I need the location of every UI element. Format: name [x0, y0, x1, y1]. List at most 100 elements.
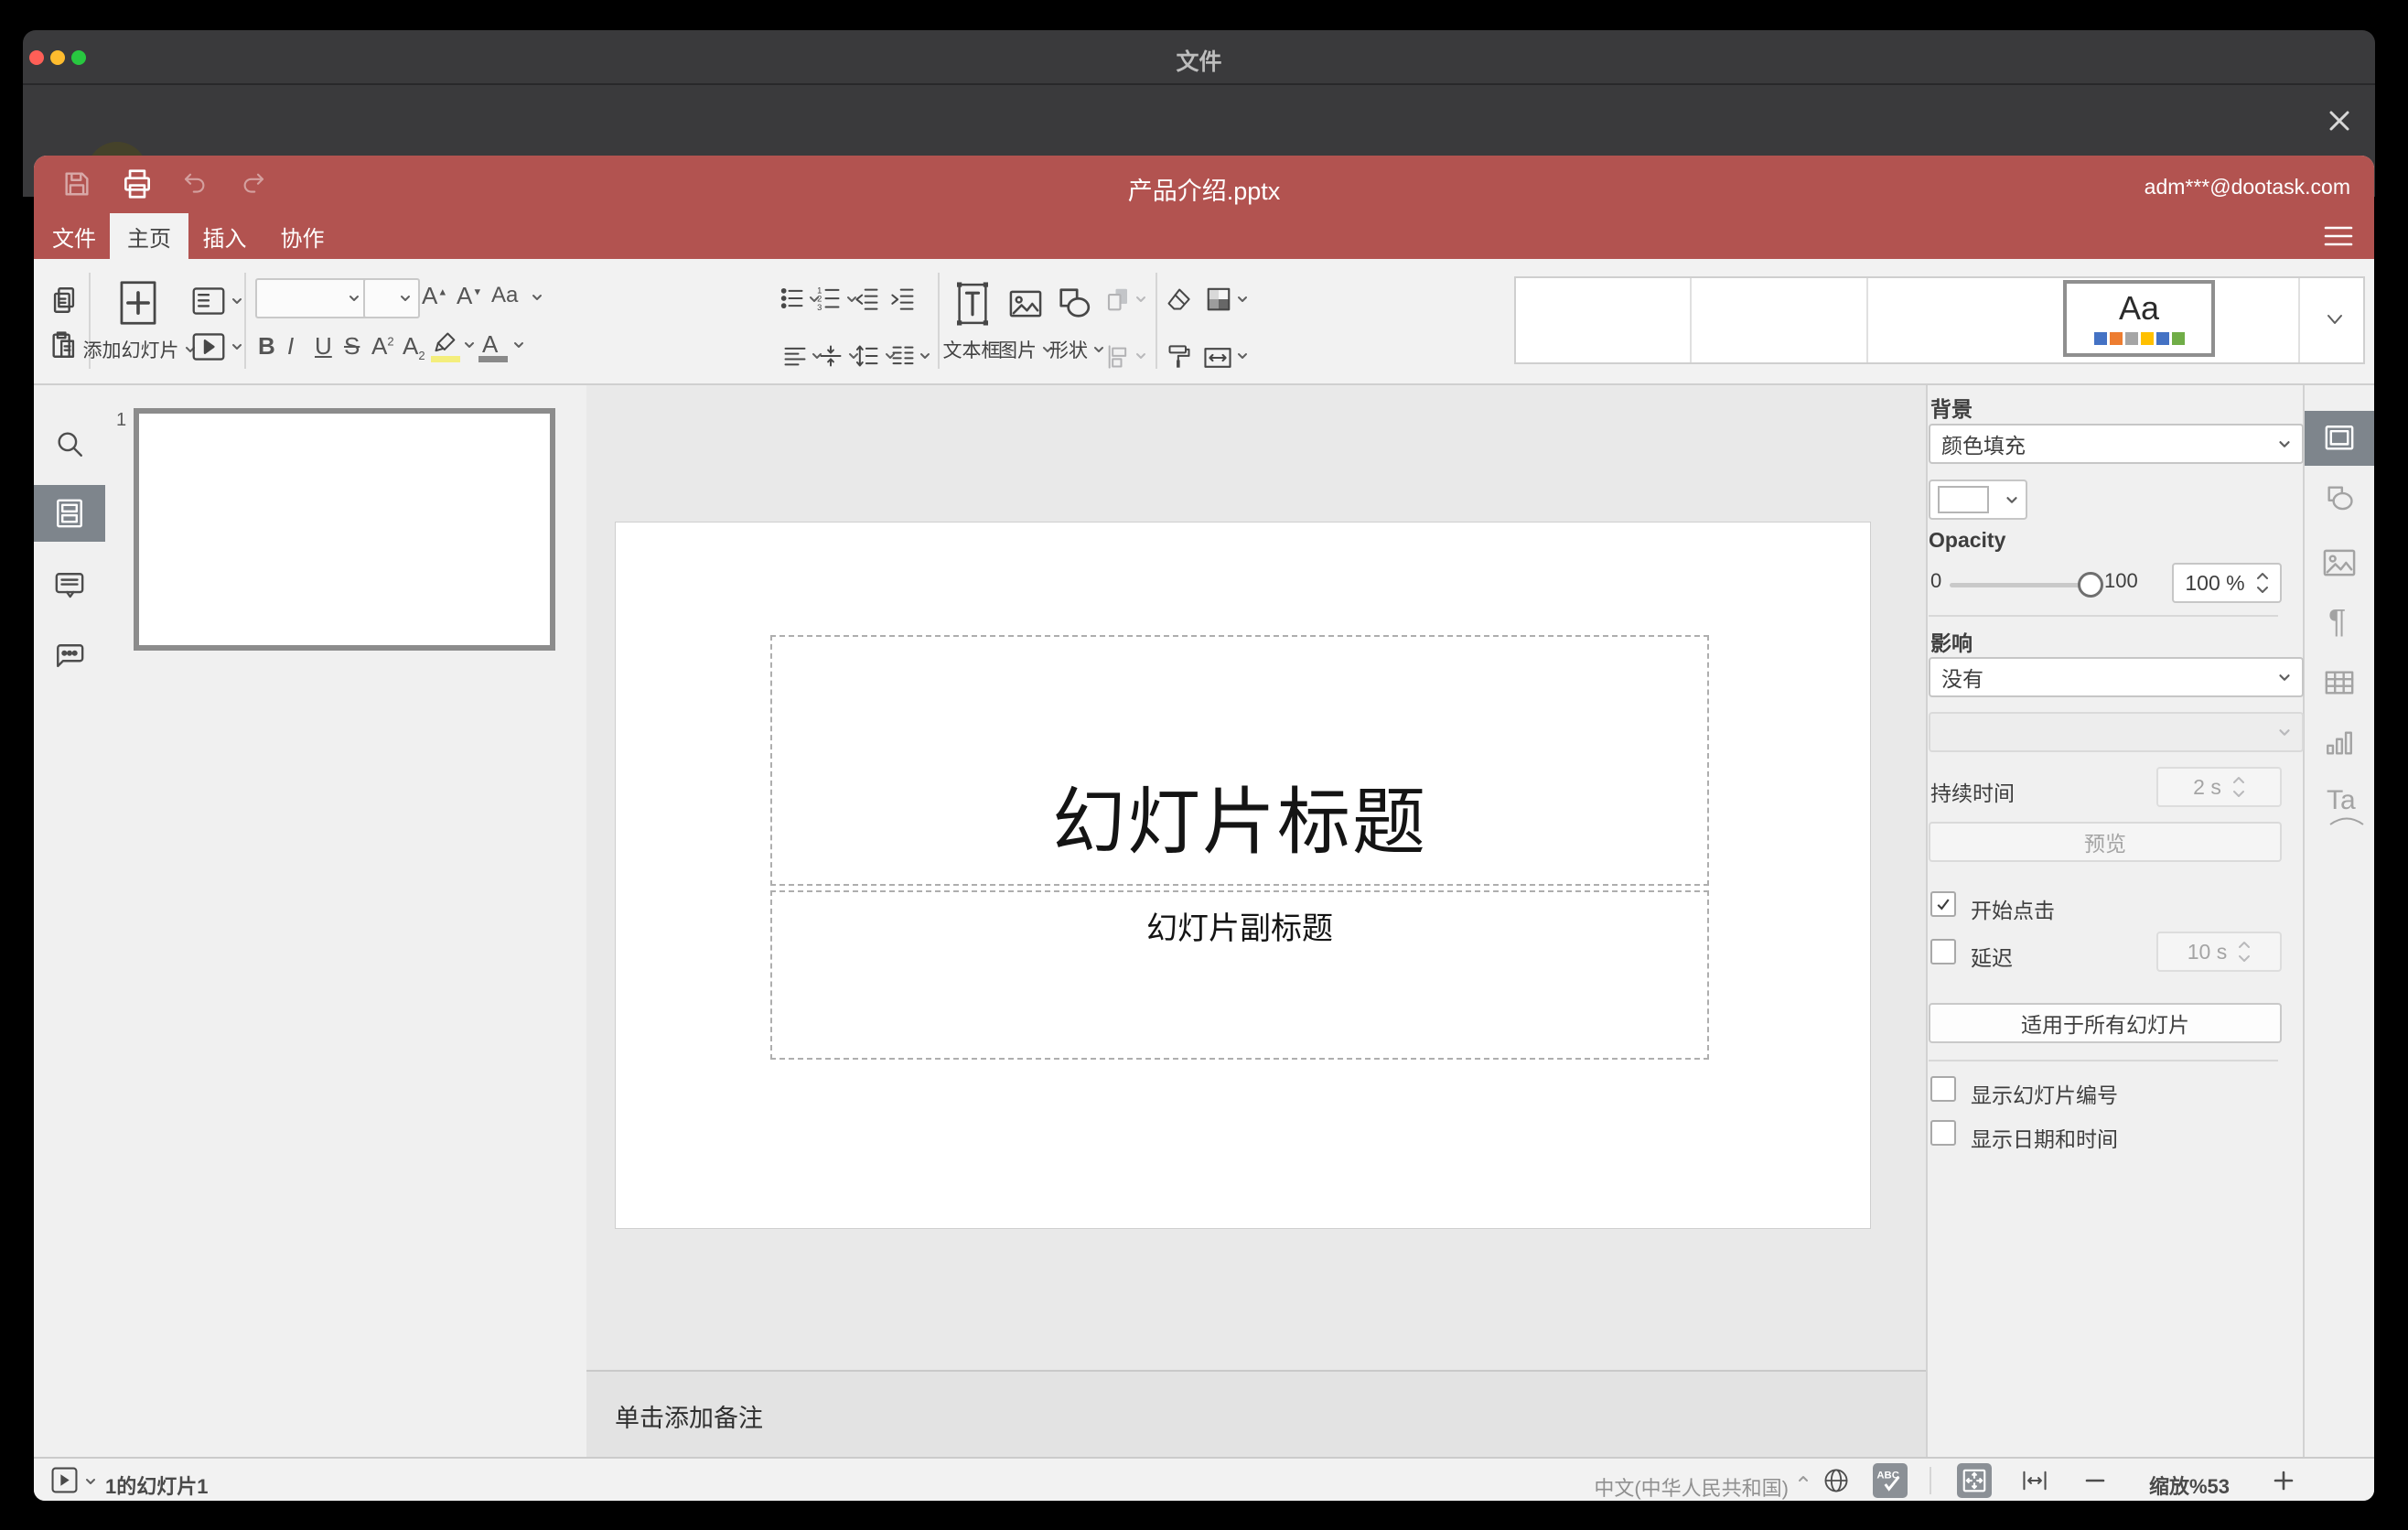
slides-panel-tab-active[interactable] [34, 485, 105, 542]
gallery-expand-icon[interactable] [2325, 313, 2345, 326]
title-placeholder[interactable]: 幻灯片标题 [770, 635, 1709, 886]
fill-type-select[interactable]: 颜色填充 [1929, 424, 2304, 464]
textbox-icon[interactable] [957, 282, 988, 326]
bold-button[interactable]: B [258, 334, 275, 358]
copy-icon[interactable] [48, 284, 80, 317]
chevron-down-icon[interactable] [231, 343, 242, 350]
slide-size-icon[interactable] [1203, 344, 1232, 372]
underline-button[interactable]: U [315, 334, 332, 358]
chevron-down-icon[interactable] [231, 297, 242, 305]
stepper-icon[interactable] [2256, 571, 2269, 595]
add-slide-button[interactable]: 添加幻灯片 [70, 336, 208, 363]
set-language-icon[interactable] [1822, 1467, 1850, 1494]
comments-icon[interactable] [54, 570, 85, 601]
shape-settings-icon[interactable] [2324, 482, 2355, 513]
presentation-editor: 产品介绍.pptx adm***@dootask.com 文件 主页 插入 协作 [34, 156, 2374, 1501]
chevron-down-icon[interactable] [464, 341, 475, 349]
tab-insert[interactable]: 插入 [189, 213, 260, 259]
numbering-icon[interactable]: 123 [816, 284, 842, 311]
decrease-font-button[interactable]: A▼ [457, 284, 482, 307]
theme-tile-selected[interactable]: Aa [2063, 280, 2215, 357]
paragraph-settings-icon[interactable]: ¶ [2328, 602, 2346, 641]
notes-placeholder[interactable]: 单击添加备注 [615, 1398, 763, 1434]
font-name-select[interactable] [255, 278, 369, 318]
show-slide-number-checkbox[interactable] [1930, 1076, 1956, 1102]
copy-style-icon[interactable] [1166, 341, 1192, 372]
menu-icon[interactable] [2324, 226, 2353, 246]
chevron-down-icon[interactable] [1135, 352, 1146, 360]
arrange-icon[interactable] [1104, 286, 1132, 313]
font-color-button[interactable]: A [482, 332, 498, 356]
duration-spinner[interactable]: 2 s [2156, 767, 2282, 807]
fill-color-picker[interactable] [1929, 479, 2027, 520]
slide-settings-tab-active[interactable] [2305, 411, 2374, 466]
chevron-down-icon[interactable] [1135, 296, 1146, 303]
fit-to-slide-toggle-active[interactable] [1957, 1463, 1992, 1498]
columns-icon[interactable] [890, 343, 916, 369]
line-spacing-icon[interactable] [855, 343, 880, 369]
opacity-slider[interactable] [1950, 583, 2087, 587]
theme-tile[interactable] [1516, 278, 1690, 359]
horizontal-align-icon[interactable] [782, 343, 808, 369]
slide-layout-icon[interactable] [191, 285, 226, 318]
show-date-time-checkbox[interactable] [1930, 1120, 1956, 1146]
chevron-down-icon[interactable] [1237, 352, 1248, 360]
theme-tile[interactable] [1868, 278, 2063, 359]
chevron-down-icon[interactable] [532, 294, 543, 301]
chevron-down-icon[interactable] [85, 1478, 96, 1485]
theme-tile[interactable] [1692, 278, 1866, 359]
fit-to-width-icon[interactable] [2021, 1468, 2048, 1493]
strikeout-button[interactable]: S [344, 334, 360, 358]
opacity-spinner[interactable]: 100 % [2172, 563, 2282, 603]
start-slideshow-status-icon[interactable] [51, 1467, 78, 1493]
font-size-select[interactable] [363, 278, 420, 318]
search-icon[interactable] [54, 428, 85, 459]
tab-collaboration[interactable]: 协作 [267, 213, 338, 259]
image-icon[interactable] [1008, 286, 1043, 322]
chevron-down-icon[interactable] [1237, 296, 1248, 303]
language-status[interactable]: 中文(中华人民共和国) [1578, 1472, 1789, 1501]
close-icon[interactable] [2326, 107, 2353, 135]
superscript-button[interactable]: A2 [371, 334, 394, 358]
slide-thumbnail[interactable] [134, 408, 555, 651]
subscript-button[interactable]: A2 [403, 334, 425, 361]
clear-style-icon[interactable] [1165, 286, 1192, 312]
effect-select[interactable]: 没有 [1929, 657, 2304, 697]
increase-indent-icon[interactable] [890, 286, 916, 311]
zoom-out-icon[interactable] [2085, 1479, 2105, 1482]
color-scheme-icon[interactable] [1205, 285, 1232, 314]
add-slide-icon[interactable] [119, 280, 157, 326]
chat-icon[interactable] [54, 641, 85, 673]
apply-to-all-button[interactable]: 适用于所有幻灯片 [1929, 1003, 2282, 1043]
textart-settings-icon[interactable]: Ta [2327, 785, 2367, 825]
image-settings-icon[interactable] [2322, 546, 2357, 579]
effect-type-select-disabled[interactable] [1929, 712, 2304, 752]
theme-tile[interactable] [2217, 278, 2298, 359]
delay-spinner[interactable]: 10 s [2156, 932, 2282, 972]
highlight-color-icon[interactable] [433, 330, 458, 356]
change-case-button[interactable]: Aa [491, 285, 518, 307]
titlebar[interactable]: 文件 [23, 30, 2375, 85]
table-settings-icon[interactable] [2324, 667, 2355, 698]
vertical-align-icon[interactable] [818, 343, 844, 369]
zoom-in-icon[interactable] [2274, 1471, 2294, 1491]
decrease-indent-icon[interactable] [855, 286, 880, 311]
subtitle-placeholder[interactable]: 幻灯片副标题 [770, 890, 1709, 1060]
start-slideshow-icon[interactable] [191, 330, 226, 363]
start-on-click-checkbox[interactable] [1930, 891, 1956, 917]
notes-area[interactable] [586, 1370, 1926, 1459]
tab-home[interactable]: 主页 [110, 213, 188, 259]
chart-settings-icon[interactable] [2324, 727, 2355, 759]
preview-button[interactable]: 预览 [1929, 822, 2282, 862]
spellcheck-toggle-active[interactable]: ABC [1873, 1463, 1908, 1498]
increase-font-button[interactable]: A▲ [422, 284, 447, 307]
tab-file[interactable]: 文件 [38, 213, 110, 259]
bullets-icon[interactable] [779, 286, 805, 311]
align-shapes-icon[interactable] [1104, 344, 1132, 370]
opacity-slider-handle[interactable] [2078, 572, 2103, 598]
shape-icon[interactable] [1057, 285, 1091, 321]
chevron-down-icon[interactable] [513, 341, 524, 349]
delay-checkbox[interactable] [1930, 939, 1956, 964]
chevron-down-icon [2279, 673, 2290, 681]
italic-button[interactable]: I [287, 334, 294, 358]
